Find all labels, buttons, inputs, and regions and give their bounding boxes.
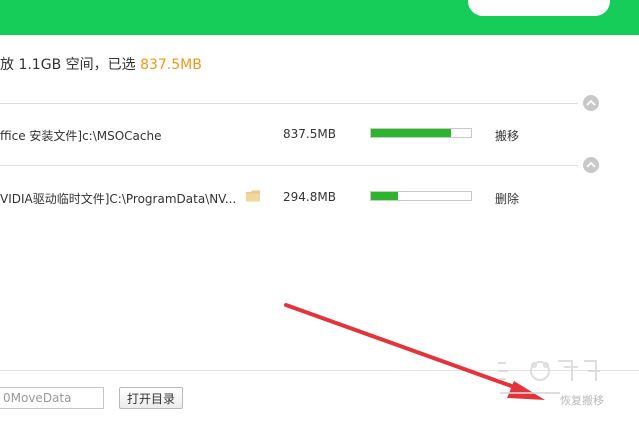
footer-divider xyxy=(0,370,639,371)
row-size: 294.8MB xyxy=(283,190,336,204)
folder-icon[interactable] xyxy=(246,190,260,202)
app-header xyxy=(0,0,639,35)
row-size: 837.5MB xyxy=(283,127,336,141)
open-directory-button[interactable]: 打开目录 xyxy=(119,387,183,409)
header-action-pill[interactable] xyxy=(468,0,610,16)
move-action-link[interactable]: 搬移 xyxy=(495,127,519,144)
selected-size: 837.5MB xyxy=(140,57,202,73)
collapse-toggle-1[interactable] xyxy=(583,95,599,111)
target-path-input[interactable] xyxy=(0,387,104,409)
collapse-toggle-2[interactable] xyxy=(583,157,599,173)
group-divider xyxy=(0,165,578,166)
chevron-up-icon xyxy=(586,161,596,168)
delete-action-link[interactable]: 删除 xyxy=(495,190,519,207)
space-summary: 放 1.1GB 空间，已选 837.5MB xyxy=(0,54,202,74)
group-divider xyxy=(0,103,578,104)
row-progress-fill xyxy=(371,192,398,200)
row-progress-bar xyxy=(370,128,472,138)
row-name: VIDIA驱动临时文件]C:\ProgramData\NV... xyxy=(0,192,237,206)
row-name: ffice 安装文件]c:\MSOCache xyxy=(0,129,162,143)
summary-text: 放 1.1GB 空间，已选 xyxy=(0,57,141,73)
restore-move-link[interactable]: 恢复搬移 xyxy=(560,392,604,408)
chevron-up-icon xyxy=(586,99,596,106)
row-progress-fill xyxy=(371,129,451,137)
row-progress-bar xyxy=(370,191,472,201)
